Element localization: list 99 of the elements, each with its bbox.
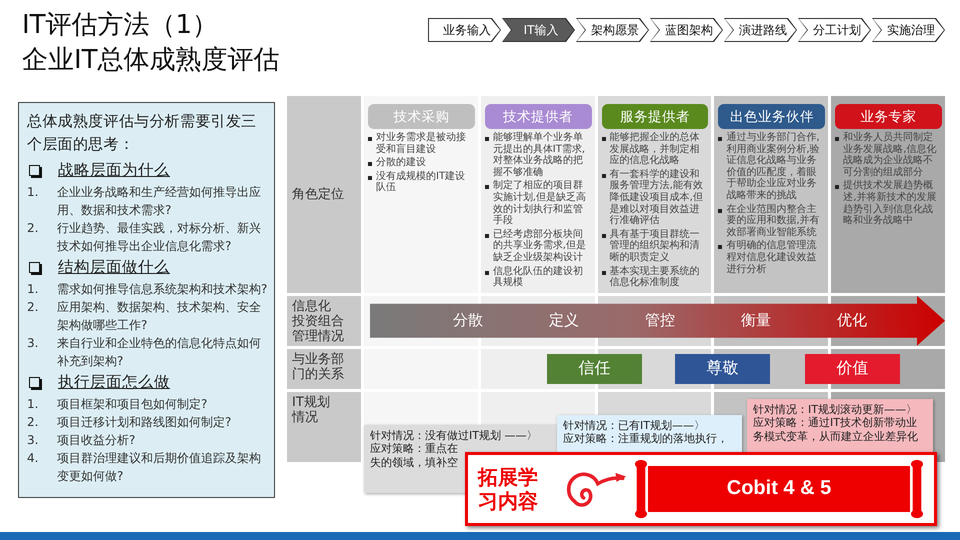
process-step[interactable]: 分工计划 — [798, 18, 871, 42]
scroll-roll-icon — [634, 458, 648, 519]
role-description: 信息化队伍的建设初具规模 — [492, 266, 584, 289]
role-description: 能够把握企业的总体发展战略，并制定相应的信息化战略 — [610, 132, 701, 167]
note-line: 应对策略：重点在 — [370, 442, 459, 456]
promo-label: 拓展学习内容 — [478, 464, 539, 513]
row-label: 门的关系 — [292, 366, 344, 382]
bullet-icon — [602, 137, 606, 141]
bullet-icon — [368, 137, 372, 141]
item-number: 2. — [27, 414, 40, 431]
item-number: 1. — [27, 396, 40, 413]
panel-intro: 总体成熟度评估与分析需要引发三个层面的思考： — [27, 111, 258, 155]
stage-label: 衡量 — [741, 311, 771, 330]
relation-box: 尊敬 — [675, 354, 770, 384]
relation-box: 信任 — [547, 354, 642, 384]
bullet-icon — [718, 137, 722, 141]
row-label: IT规划 — [292, 394, 330, 410]
stage-label: 定义 — [549, 311, 579, 330]
bullet-icon — [484, 137, 489, 141]
question-text: 企业业务战略和生产经营如何推导出应用、数据和技术需求? — [57, 184, 262, 219]
row-label: 信息化 — [292, 298, 331, 314]
slide-subtitle: 企业IT总体成熟度评估 — [22, 44, 280, 77]
bullet-icon — [835, 137, 840, 141]
bullet-icon — [484, 234, 489, 238]
item-number: 3. — [27, 335, 40, 352]
role-description: 有明确的信息管理流程对信息化建设效益进行分析 — [726, 240, 818, 276]
item-number: 2. — [27, 299, 40, 316]
question-text: 应用架构、数据架构、技术架构、安全架构做哪些工作? — [57, 299, 262, 334]
role-description: 没有成规模的IT建设队伍 — [376, 170, 466, 194]
role-header: 技术提供者 — [484, 104, 592, 129]
question-text: 行业趋势、最佳实践，对标分析、新兴技术如何推导出企业信息化需求? — [57, 220, 262, 255]
process-step[interactable]: 蓝图架构 — [650, 18, 723, 42]
process-step[interactable]: 实施治理 — [872, 18, 945, 42]
role-header: 技术采购 — [368, 104, 475, 129]
row-label: 投资组合 — [292, 314, 344, 329]
slide-title: IT评估方法（1） — [22, 9, 220, 42]
role-description: 通过与业务部门合作,利用商业案例分析,验证信息化战略与业务价值的匹配度，着眼于帮助企业应对业务战略带来的挑战 — [726, 132, 821, 202]
question-text: 项目迁移计划和路线图如何制定? — [57, 414, 232, 431]
bullet-icon — [602, 270, 606, 275]
section-heading: 执行层面怎么做 — [58, 372, 170, 393]
note-line: 应对策略：通过IT技术创新带动业 — [753, 416, 918, 430]
checkbox-bullet-icon — [29, 377, 40, 388]
stage-label: 优化 — [837, 311, 867, 330]
role-description: 具有基于项目群统一管理的组织架构和清晰的职责定义 — [610, 228, 701, 264]
question-text: 来自行业和企业特色的信息化特点如何补充到架构? — [57, 335, 262, 370]
row-label: 情况 — [292, 410, 318, 425]
bullet-icon — [368, 176, 372, 180]
stage-label: 分散 — [453, 311, 483, 330]
question-text: 项目收益分析? — [57, 432, 136, 449]
note-line: 务模式变革，从而建立企业差异化 — [753, 430, 919, 444]
role-description: 分散的建设 — [376, 157, 426, 169]
note-line: 应对策略：注重规划的落地执行， — [563, 432, 729, 446]
section-heading: 结构层面做什么 — [58, 257, 170, 278]
row-label: 与业务部 — [292, 352, 344, 367]
role-header: 业务专家 — [835, 104, 942, 129]
item-number: 1. — [27, 281, 40, 298]
question-text: 需求如何推导信息系统架构和技术架构? — [57, 281, 268, 298]
bullet-icon — [368, 162, 372, 166]
item-number: 4. — [27, 450, 40, 467]
role-description: 在企业范围内整合主要的应用和数据,并有效部署商业智能系统 — [726, 204, 821, 238]
note-line: 针对情况：已有IT规划——〉 — [563, 418, 706, 432]
role-description: 制定了相应的项目群实施计划,但是缺乏高效的计划执行和监管手段 — [492, 180, 587, 227]
role-header: 出色业务伙伴 — [718, 104, 826, 129]
question-text: 项目群治理建议和后期价值追踪及架构变更如何做? — [57, 450, 262, 485]
row-label: 管理情况 — [292, 328, 344, 344]
process-step[interactable]: IT输入 — [502, 18, 575, 42]
bullet-icon — [484, 270, 489, 275]
relation-box: 价值 — [805, 354, 900, 384]
scroll-roll-icon — [910, 458, 924, 519]
role-description: 能够理解单个业务单元提出的具体IT需求,对整体业务战略的把握不够准确 — [492, 132, 586, 178]
item-number: 2. — [27, 220, 40, 237]
checkbox-bullet-icon — [29, 262, 40, 273]
role-header: 服务提供者 — [602, 104, 708, 129]
bullet-icon — [835, 185, 840, 190]
scroll-banner: Cobit 4 & 5 — [648, 466, 910, 512]
role-description: 和业务人员共同制定业务发展战略,信息化战略成为企业战略不可分割的组成部分 — [843, 132, 938, 178]
note-line: 针对情况：没有做过IT规划 ——〉 — [370, 428, 538, 442]
bullet-icon — [718, 245, 722, 250]
item-number: 3. — [27, 432, 40, 449]
section-heading: 战略层面为什么 — [58, 160, 170, 181]
role-description: 基本实现主要系统的信息化标准制度 — [610, 266, 701, 289]
process-step[interactable]: 演进路线 — [724, 18, 797, 42]
stage-label: 管控 — [645, 311, 675, 330]
bullet-icon — [718, 208, 722, 213]
role-description: 提供技术发展趋势概述,并将新技术的发展趋势引入到信息化战略和业务战略中 — [843, 180, 938, 227]
row-label: 角色定位 — [292, 186, 344, 202]
question-text: 项目框架和项目包如何制定? — [57, 396, 208, 413]
role-description: 已经考虑部分板块间的共享业务需求,但是缺乏企业级架构设计 — [492, 228, 587, 264]
bullet-icon — [484, 185, 489, 190]
bullet-icon — [602, 234, 606, 238]
bullet-icon — [602, 174, 606, 178]
note-line: 失的领域，填补空 — [370, 456, 459, 470]
process-step[interactable]: 架构愿景 — [576, 18, 649, 42]
process-step[interactable]: 业务输入 — [428, 18, 501, 42]
checkbox-bullet-icon — [29, 165, 40, 176]
item-number: 1. — [27, 184, 40, 201]
role-description: 有一套科学的建设和服务管理方法,能有效降低建设项目成本,但是难以对项目效益进行准确评估 — [610, 168, 704, 227]
note-line: 针对情况：IT规划滚动更新——〉 — [753, 402, 918, 416]
role-description: 对业务需求是被动接受和盲目建设 — [376, 132, 467, 156]
